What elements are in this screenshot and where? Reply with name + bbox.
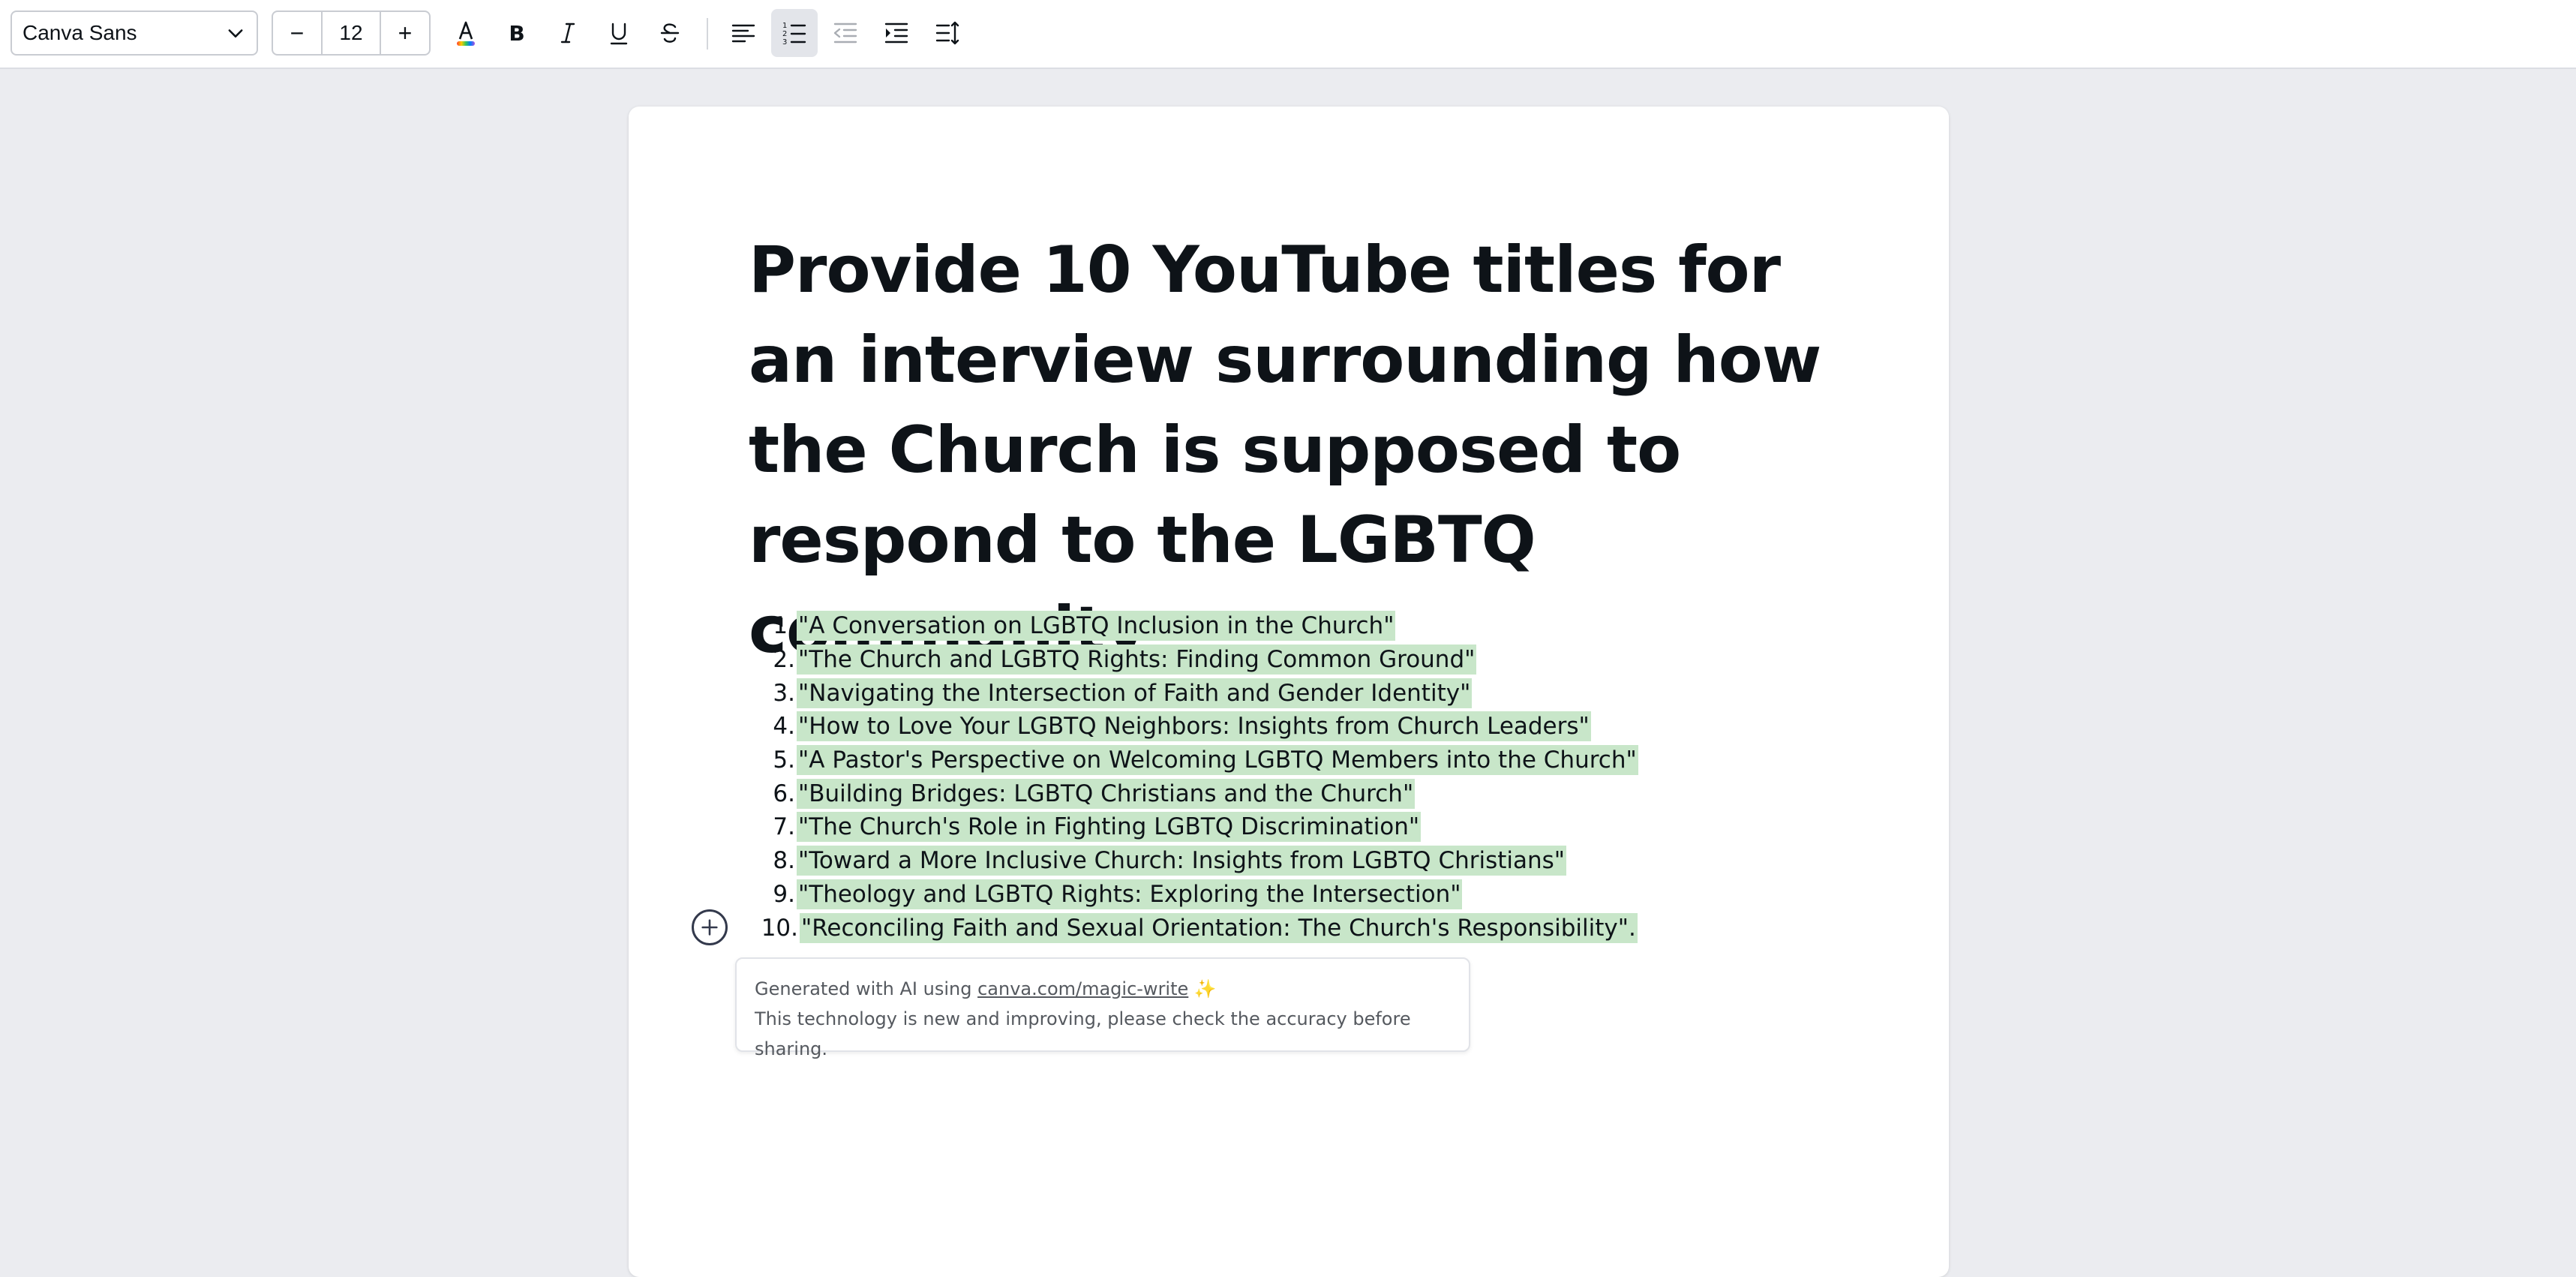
outdent-icon — [833, 23, 857, 44]
list-item[interactable]: 2. "The Church and LGBTQ Rights: Finding … — [749, 643, 1638, 677]
add-element-button[interactable] — [692, 909, 728, 945]
svg-text:2: 2 — [782, 30, 787, 38]
list-item-number: 2. — [773, 646, 795, 674]
list-item[interactable]: 4. "How to Love Your LGBTQ Neighbors: Ins… — [749, 710, 1638, 744]
list-item-text: "The Church's Role in Fighting LGBTQ Dis… — [797, 812, 1422, 843]
font-family-label: Canva Sans — [23, 21, 137, 44]
list-item-text: "A Pastor's Perspective on Welcoming LGB… — [797, 745, 1638, 776]
list-item-number: 4. — [773, 713, 795, 741]
svg-text:1: 1 — [782, 22, 787, 30]
numbered-list-button[interactable]: 1 2 3 — [771, 9, 818, 57]
list-item-text: "How to Love Your LGBTQ Neighbors: Insig… — [797, 711, 1591, 742]
underline-button[interactable] — [596, 9, 642, 57]
list-item-number: 6. — [773, 780, 795, 807]
list-item[interactable]: 8. "Toward a More Inclusive Church: Insig… — [749, 844, 1638, 878]
list-item-text: "Theology and LGBTQ Rights: Exploring th… — [797, 879, 1463, 909]
list-item[interactable]: 9. "Theology and LGBTQ Rights: Exploring … — [749, 878, 1638, 912]
magic-write-link[interactable]: canva.com/magic-write — [977, 978, 1188, 999]
text-toolbar: Canva Sans − 12 + B 1 2 3 — [0, 0, 2576, 69]
plus-icon — [701, 919, 718, 936]
indent-button[interactable] — [873, 9, 920, 57]
list-item-text: "A Conversation on LGBTQ Inclusion in th… — [797, 611, 1396, 642]
document-title[interactable]: Provide 10 YouTube titles for an intervi… — [749, 225, 1829, 675]
indent-icon — [884, 23, 908, 44]
text-color-icon — [457, 21, 475, 46]
svg-text:3: 3 — [782, 38, 787, 47]
align-left-button[interactable] — [720, 9, 767, 57]
list-item-number: 5. — [773, 747, 795, 774]
text-color-button[interactable] — [443, 9, 489, 57]
line-spacing-icon — [935, 21, 959, 45]
strikethrough-button[interactable] — [647, 9, 693, 57]
ai-disclaimer-prefix: Generated with AI using — [755, 978, 978, 999]
list-item[interactable]: 7. "The Church's Role in Fighting LGBTQ D… — [749, 810, 1638, 844]
outdent-button[interactable] — [822, 9, 869, 57]
list-item[interactable]: 3. "Navigating the Intersection of Faith … — [749, 676, 1638, 710]
svg-text:B: B — [509, 21, 524, 46]
list-item-text: "Toward a More Inclusive Church: Insight… — [797, 846, 1567, 876]
bold-icon: B — [509, 21, 524, 46]
list-item-number: 1. — [773, 612, 795, 640]
list-item-number: 8. — [773, 847, 795, 875]
font-size-stepper: − 12 + — [272, 11, 431, 56]
line-spacing-button[interactable] — [924, 9, 971, 57]
bold-button[interactable]: B — [494, 9, 540, 57]
list-item-text: "The Church and LGBTQ Rights: Finding Co… — [797, 645, 1477, 675]
italic-icon — [560, 23, 575, 44]
ai-disclaimer-card: Generated with AI using canva.com/magic-… — [735, 957, 1470, 1059]
list-item[interactable]: 5. "A Pastor's Perspective on Welcoming L… — [749, 744, 1638, 777]
list-item[interactable]: 6. "Building Bridges: LGBTQ Christians an… — [749, 777, 1638, 810]
list-item-number: 7. — [773, 813, 795, 841]
numbered-list-icon: 1 2 3 — [782, 22, 806, 47]
youtube-titles-list[interactable]: 1. "A Conversation on LGBTQ Inclusion in … — [749, 609, 1638, 945]
ai-disclaimer-line-2: This technology is new and improving, pl… — [755, 1008, 1411, 1059]
italic-button[interactable] — [545, 9, 591, 57]
list-item-number: 9. — [773, 880, 795, 908]
list-item-number: 3. — [773, 679, 795, 707]
toolbar-divider — [707, 18, 708, 50]
strikethrough-icon — [660, 23, 680, 43]
ai-disclaimer-line-1: Generated with AI using canva.com/magic-… — [755, 974, 1451, 1004]
list-item-text: "Reconciling Faith and Sexual Orientatio… — [800, 912, 1638, 943]
sparkle-icon: ✨ — [1193, 978, 1217, 999]
list-item[interactable]: 1. "A Conversation on LGBTQ Inclusion in … — [749, 609, 1638, 643]
list-item-number: 10. — [761, 914, 798, 942]
chevron-down-icon — [228, 29, 243, 38]
decrease-font-size-button[interactable]: − — [273, 12, 321, 54]
list-item-text: "Navigating the Intersection of Faith an… — [797, 678, 1473, 708]
list-item-text: "Building Bridges: LGBTQ Christians and … — [797, 778, 1416, 809]
underline-icon — [610, 23, 628, 45]
list-item[interactable]: 10. "Reconciling Faith and Sexual Orienta… — [749, 911, 1638, 945]
increase-font-size-button[interactable]: + — [381, 12, 429, 54]
font-family-dropdown[interactable]: Canva Sans — [11, 11, 258, 56]
font-size-input[interactable]: 12 — [321, 12, 381, 54]
align-left-icon — [731, 24, 755, 43]
